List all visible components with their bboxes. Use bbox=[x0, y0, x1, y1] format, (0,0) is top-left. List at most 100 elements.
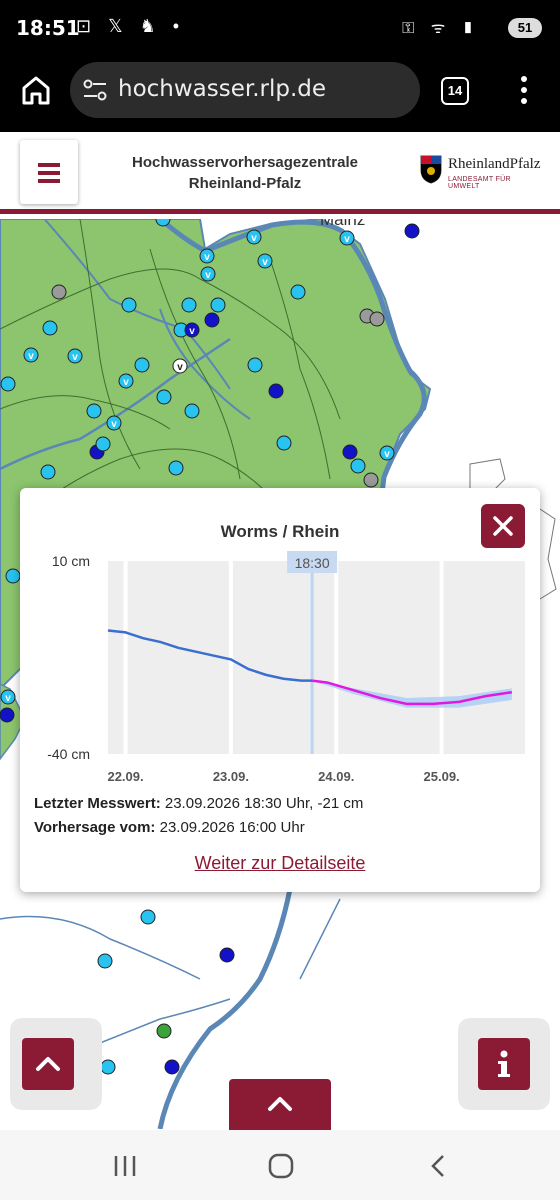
bottom-panel-toggle[interactable] bbox=[229, 1079, 331, 1131]
station-marker[interactable] bbox=[184, 403, 200, 419]
chevron-up-icon bbox=[36, 1057, 60, 1071]
station-marker[interactable]: v bbox=[106, 415, 122, 431]
more-menu-icon[interactable] bbox=[516, 74, 532, 106]
system-nav-bar bbox=[0, 1130, 560, 1200]
status-bar: 18:51 ⊡ 𝕏 ♞ • ⚿ ᯤ ▮ 51 bbox=[0, 0, 560, 56]
state-border bbox=[539, 508, 557, 600]
station-marker[interactable] bbox=[342, 444, 358, 460]
station-marker[interactable] bbox=[121, 297, 137, 313]
station-marker[interactable] bbox=[156, 389, 172, 405]
logo-subtitle: LANDESAMT FÜR UMWELT bbox=[448, 176, 511, 190]
station-marker[interactable]: v bbox=[339, 230, 355, 246]
station-marker[interactable] bbox=[350, 458, 366, 474]
station-marker[interactable] bbox=[156, 1023, 172, 1039]
back-icon[interactable] bbox=[424, 1152, 454, 1180]
station-marker[interactable] bbox=[86, 403, 102, 419]
y-tick-label: -40 cm bbox=[47, 746, 90, 762]
station-marker[interactable] bbox=[268, 383, 284, 399]
station-marker[interactable]: v bbox=[67, 348, 83, 364]
station-marker[interactable]: v bbox=[0, 689, 16, 705]
station-marker[interactable]: v bbox=[246, 229, 262, 245]
station-marker[interactable] bbox=[40, 464, 56, 480]
station-marker[interactable] bbox=[247, 357, 263, 373]
svg-text:v: v bbox=[189, 326, 195, 337]
station-marker[interactable] bbox=[134, 357, 150, 373]
forecast-value: 23.09.2026 16:00 Uhr bbox=[159, 819, 305, 836]
station-marker[interactable]: v bbox=[118, 373, 134, 389]
last-value-line: Letzter Messwert: 23.09.2026 18:30 Uhr, … bbox=[34, 795, 363, 812]
station-marker[interactable] bbox=[404, 223, 420, 239]
station-marker[interactable] bbox=[42, 320, 58, 336]
station-marker[interactable] bbox=[290, 284, 306, 300]
url-text: hochwasser.rlp.de bbox=[118, 76, 327, 102]
x-tick-label: 23.09. bbox=[213, 769, 249, 784]
svg-text:v: v bbox=[384, 449, 390, 460]
station-marker[interactable] bbox=[0, 707, 15, 723]
svg-text:v: v bbox=[28, 351, 34, 362]
info-button-inner[interactable] bbox=[478, 1038, 530, 1090]
x-tick-label: 25.09. bbox=[424, 769, 460, 784]
station-marker[interactable] bbox=[5, 568, 21, 584]
lower-stream bbox=[299, 898, 341, 980]
rlp-logo[interactable]: RheinlandPfalz LANDESAMT FÜR UMWELT bbox=[420, 154, 540, 190]
menu-button[interactable] bbox=[20, 140, 78, 204]
last-value-label: Letzter Messwert: bbox=[34, 795, 161, 812]
station-marker[interactable]: v bbox=[379, 445, 395, 461]
station-marker[interactable] bbox=[164, 1059, 180, 1075]
station-marker[interactable] bbox=[140, 909, 156, 925]
recents-icon[interactable] bbox=[110, 1152, 140, 1180]
url-bar[interactable]: hochwasser.rlp.de bbox=[70, 62, 420, 118]
svg-text:v: v bbox=[204, 252, 210, 263]
station-marker[interactable]: v bbox=[184, 322, 200, 338]
close-icon bbox=[493, 516, 513, 536]
station-marker[interactable]: v bbox=[199, 248, 215, 264]
svg-text:v: v bbox=[177, 362, 183, 373]
station-marker[interactable] bbox=[276, 435, 292, 451]
station-marker[interactable]: v bbox=[200, 266, 216, 282]
info-button[interactable] bbox=[458, 1018, 550, 1110]
station-popup: Worms / Rhein 22.09. 23.09. 24.09. 25.09. 10… bbox=[20, 488, 540, 892]
scroll-top-button[interactable] bbox=[10, 1018, 102, 1110]
battery-icon: 51 bbox=[508, 18, 542, 38]
status-system-icons: ⚿ ᯤ ▮ bbox=[402, 20, 480, 37]
station-marker[interactable] bbox=[204, 312, 220, 328]
forecast-label: Vorhersage vom: bbox=[34, 819, 156, 836]
svg-text:v: v bbox=[262, 257, 268, 268]
station-marker[interactable] bbox=[100, 1059, 116, 1075]
svg-text:v: v bbox=[72, 352, 78, 363]
station-marker[interactable] bbox=[369, 311, 385, 327]
logo-name: RheinlandPfalz bbox=[448, 156, 541, 172]
svg-text:v: v bbox=[111, 419, 117, 430]
detail-page-link[interactable]: Weiter zur Detailseite bbox=[20, 853, 540, 874]
station-marker[interactable] bbox=[363, 472, 379, 488]
svg-text:v: v bbox=[344, 234, 350, 245]
status-notification-icons: ⊡ 𝕏 ♞ • bbox=[76, 16, 186, 36]
svg-text:v: v bbox=[123, 377, 129, 388]
station-marker[interactable]: v bbox=[257, 253, 273, 269]
forecast-line: Vorhersage vom: 23.09.2026 16:00 Uhr bbox=[34, 819, 305, 836]
site-settings-icon[interactable] bbox=[82, 78, 108, 102]
station-marker[interactable] bbox=[181, 297, 197, 313]
close-button[interactable] bbox=[481, 504, 525, 548]
station-marker[interactable] bbox=[95, 436, 111, 452]
water-level-chart[interactable]: 22.09. 23.09. 24.09. 25.09. 10 cm -40 cm 18:30 bbox=[20, 546, 540, 796]
station-marker[interactable]: v bbox=[23, 347, 39, 363]
station-marker[interactable] bbox=[51, 284, 67, 300]
station-marker[interactable] bbox=[97, 953, 113, 969]
home-icon[interactable] bbox=[266, 1152, 296, 1180]
station-marker[interactable] bbox=[219, 947, 235, 963]
now-label: 18:30 bbox=[295, 555, 330, 571]
station-marker[interactable] bbox=[210, 297, 226, 313]
site-header: Hochwasservorhersagezentrale Rheinland-P… bbox=[0, 132, 560, 214]
popup-title: Worms / Rhein bbox=[220, 522, 340, 541]
tab-switcher-button[interactable]: 14 bbox=[441, 77, 469, 105]
y-tick-label: 10 cm bbox=[52, 553, 90, 569]
last-value: 23.09.2026 18:30 Uhr, -21 cm bbox=[164, 795, 364, 812]
station-marker[interactable] bbox=[0, 376, 16, 392]
scroll-top-inner[interactable] bbox=[22, 1038, 74, 1090]
svg-text:v: v bbox=[5, 693, 11, 704]
status-time: 18:51 bbox=[16, 16, 80, 40]
station-marker[interactable] bbox=[168, 460, 184, 476]
station-marker[interactable]: v bbox=[172, 358, 188, 374]
home-icon[interactable] bbox=[18, 72, 54, 108]
